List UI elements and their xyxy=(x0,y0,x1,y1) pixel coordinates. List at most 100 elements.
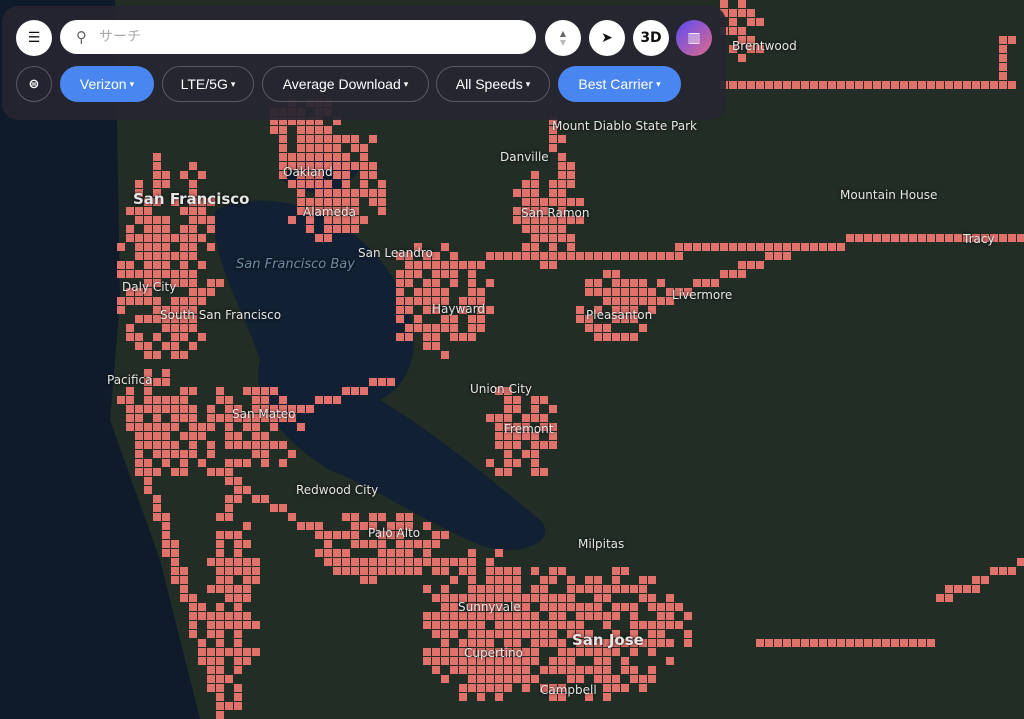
filter-button[interactable]: ⊜ xyxy=(16,66,52,102)
coverage-cell xyxy=(225,612,233,620)
coverage-cell xyxy=(495,630,503,638)
coverage-cell xyxy=(648,594,656,602)
coverage-cell xyxy=(513,585,521,593)
coverage-cell xyxy=(441,243,449,251)
coverage-cell xyxy=(171,549,179,557)
coverage-cell xyxy=(999,72,1007,80)
coverage-cell xyxy=(234,702,242,710)
coverage-cell xyxy=(612,675,620,683)
coverage-cell xyxy=(630,675,638,683)
coverage-cell xyxy=(855,639,863,647)
search-input[interactable] xyxy=(99,29,499,45)
network-dropdown[interactable]: LTE/5G ▾ xyxy=(162,66,254,102)
coverage-cell xyxy=(855,234,863,242)
coverage-cell xyxy=(531,189,539,197)
coverage-cell xyxy=(864,81,872,89)
coverage-cell xyxy=(135,414,143,422)
coverage-cell xyxy=(567,180,575,188)
coverage-cell xyxy=(837,243,845,251)
map-style-button[interactable]: ▥ xyxy=(676,20,712,56)
coverage-cell xyxy=(189,207,197,215)
coverage-cell xyxy=(135,450,143,458)
coverage-cell xyxy=(513,630,521,638)
coverage-cell xyxy=(612,648,620,656)
coverage-cell xyxy=(558,162,566,170)
coverage-cell xyxy=(126,414,134,422)
coverage-cell xyxy=(747,261,755,269)
search-bar[interactable]: ⚲ xyxy=(60,20,536,54)
coverage-cell xyxy=(153,261,161,269)
coverage-cell xyxy=(621,684,629,692)
coverage-cell xyxy=(621,333,629,341)
coverage-cell xyxy=(594,324,602,332)
coverage-cell xyxy=(198,333,206,341)
coverage-cell xyxy=(972,81,980,89)
coverage-cell xyxy=(225,441,233,449)
coverage-cell xyxy=(180,576,188,584)
metric-dropdown[interactable]: Average Download ▾ xyxy=(262,66,429,102)
coverage-cell xyxy=(189,450,197,458)
coverage-cell xyxy=(513,405,521,413)
coverage-cell xyxy=(567,603,575,611)
coverage-cell xyxy=(225,531,233,539)
coverage-cell xyxy=(837,81,845,89)
compass-button[interactable]: ▲ ▼ xyxy=(545,20,581,56)
coverage-cell xyxy=(621,252,629,260)
coverage-cell xyxy=(504,567,512,575)
coverage-cell xyxy=(324,153,332,161)
coverage-cell xyxy=(351,567,359,575)
coverage-cell xyxy=(576,198,584,206)
coverage-cell xyxy=(918,639,926,647)
coverage-cell xyxy=(441,351,449,359)
coverage-cell xyxy=(810,243,818,251)
coverage-cell xyxy=(738,81,746,89)
coverage-cell xyxy=(1008,567,1016,575)
coverage-cell xyxy=(945,234,953,242)
coverage-cell xyxy=(396,306,404,314)
place-label-cupertino: Cupertino xyxy=(464,646,523,660)
best-carrier-dropdown[interactable]: Best Carrier ▾ xyxy=(558,66,681,102)
coverage-cell xyxy=(387,558,395,566)
carrier-dropdown[interactable]: Verizon ▾ xyxy=(60,66,154,102)
coverage-cell xyxy=(396,549,404,557)
coverage-cell xyxy=(189,288,197,296)
coverage-cell xyxy=(819,81,827,89)
coverage-cell xyxy=(621,603,629,611)
coverage-cell xyxy=(639,279,647,287)
coverage-cell xyxy=(495,576,503,584)
speed-dropdown[interactable]: All Speeds ▾ xyxy=(436,66,550,102)
coverage-cell xyxy=(612,252,620,260)
coverage-cell xyxy=(216,702,224,710)
coverage-cell xyxy=(666,252,674,260)
coverage-cell xyxy=(873,81,881,89)
coverage-cell xyxy=(513,441,521,449)
coverage-cell xyxy=(864,234,872,242)
coverage-cell xyxy=(171,342,179,350)
coverage-cell xyxy=(306,153,314,161)
coverage-cell xyxy=(504,576,512,584)
coverage-cell xyxy=(792,639,800,647)
coverage-cell xyxy=(243,585,251,593)
coverage-cell xyxy=(162,378,170,386)
coverage-cell xyxy=(180,414,188,422)
coverage-cell xyxy=(531,441,539,449)
coverage-cell xyxy=(990,81,998,89)
coverage-cell xyxy=(162,234,170,242)
coverage-cell xyxy=(666,657,674,665)
menu-button[interactable]: ☰ xyxy=(16,20,52,56)
coverage-cell xyxy=(459,333,467,341)
coverage-cell xyxy=(549,666,557,674)
coverage-cell xyxy=(144,297,152,305)
coverage-cell xyxy=(306,405,314,413)
coverage-cell xyxy=(990,567,998,575)
coverage-cell xyxy=(630,585,638,593)
chevron-down-icon: ▾ xyxy=(656,78,661,89)
locate-button[interactable]: ➤ xyxy=(589,20,625,56)
3d-button[interactable]: 3D xyxy=(633,20,669,56)
place-label-brentwood: Brentwood xyxy=(732,39,797,53)
coverage-cell xyxy=(900,234,908,242)
coverage-cell xyxy=(873,234,881,242)
coverage-cell xyxy=(189,279,197,287)
coverage-cell xyxy=(531,468,539,476)
coverage-cell xyxy=(360,540,368,548)
